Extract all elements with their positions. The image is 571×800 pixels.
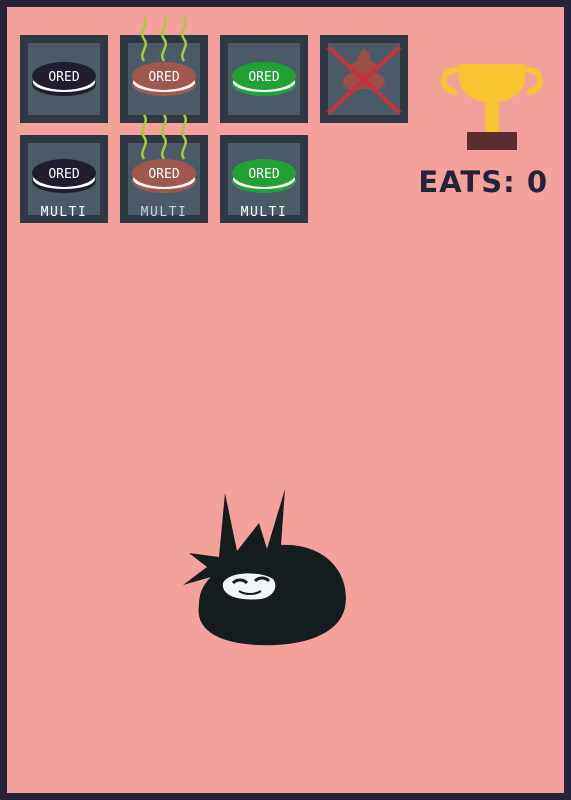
eats-count: 0: [526, 165, 548, 199]
cookie-label: ORED: [148, 70, 179, 85]
oreo-dark-multi-button[interactable]: ORED MULTI: [20, 135, 108, 223]
multi-label: MULTI: [140, 205, 188, 220]
oreo-dark-icon: ORED: [32, 62, 96, 96]
creature-face: [222, 573, 276, 600]
stink-line: [181, 16, 187, 62]
oreo-rotten-multi-button[interactable]: ORED MULTI: [120, 114, 208, 223]
poop-button[interactable]: [320, 35, 408, 123]
stink-line: [141, 16, 147, 62]
trophy-icon[interactable]: [437, 62, 547, 154]
stink-line: [161, 16, 167, 62]
eats-label: EATS:: [418, 165, 516, 199]
oreo-green-multi-button[interactable]: ORED MULTI: [220, 135, 308, 223]
poop-crossed-icon: [326, 45, 402, 115]
multi-label: MULTI: [240, 205, 288, 220]
oreo-green-button[interactable]: ORED: [220, 35, 308, 123]
creature-character[interactable]: [177, 487, 357, 657]
oreo-dark-button[interactable]: ORED: [20, 35, 108, 123]
cookie-label: ORED: [48, 167, 79, 182]
cookie-label: ORED: [248, 70, 279, 85]
cookie-label: ORED: [148, 167, 179, 182]
oreo-rotten-button[interactable]: ORED: [120, 16, 208, 123]
cookie-label: ORED: [48, 70, 79, 85]
eats-counter: EATS: 0: [418, 165, 548, 199]
multi-label: MULTI: [40, 205, 88, 220]
game-area[interactable]: ORED ORED ORED ORED MULTI ORED MULTI ORE…: [0, 0, 571, 800]
oreo-rotten-icon: ORED: [132, 16, 196, 96]
cookie-label: ORED: [248, 167, 279, 182]
oreo-green-icon: ORED: [232, 62, 296, 96]
